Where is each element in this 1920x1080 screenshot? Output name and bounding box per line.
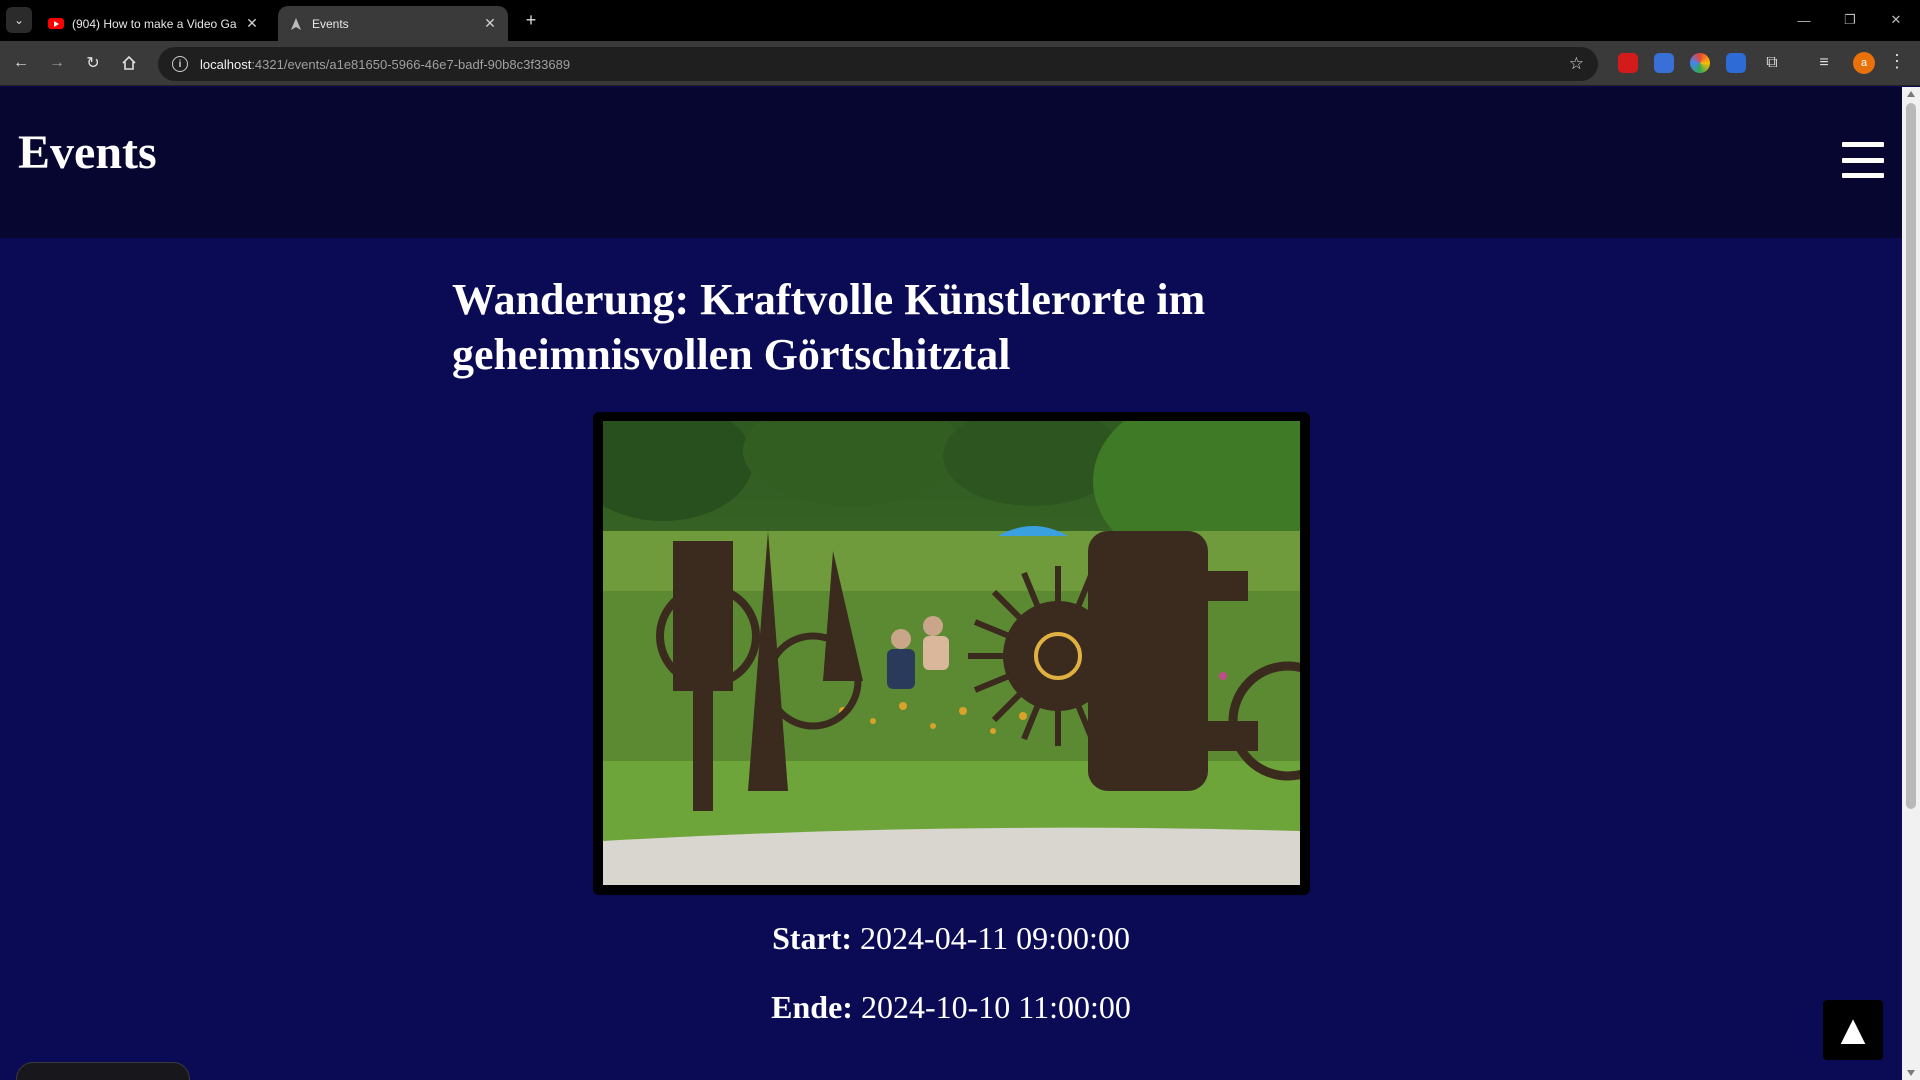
browser-tabstrip: ⌄ (904) How to make a Video Ga ✕ Events … xyxy=(0,0,1920,41)
forward-icon[interactable]: → xyxy=(44,50,70,76)
url-host: localhost xyxy=(200,56,252,72)
event-image xyxy=(603,421,1300,885)
event-end-value: 2024-10-10 11:00:00 xyxy=(860,989,1131,1025)
browser-tab-events[interactable]: Events ✕ xyxy=(278,6,508,41)
close-window-icon[interactable]: ✕ xyxy=(1876,8,1916,32)
extension-translate-icon[interactable] xyxy=(1726,53,1746,73)
browser-menu-icon[interactable]: ⋮ xyxy=(1888,51,1906,72)
extension-color-icon[interactable] xyxy=(1690,53,1710,73)
event-start-value: 2024-04-11 09:00:00 xyxy=(860,920,1130,956)
bookmark-star-icon[interactable]: ☆ xyxy=(1569,54,1584,74)
back-icon[interactable]: ← xyxy=(8,50,34,76)
restore-icon[interactable]: ❐ xyxy=(1830,8,1870,32)
tab-close-icon[interactable]: ✕ xyxy=(482,15,498,32)
scrollbar-thumb[interactable] xyxy=(1906,103,1916,809)
event-end: Ende: 2024-10-10 11:00:00 xyxy=(0,989,1902,1026)
tab-close-icon[interactable]: ✕ xyxy=(244,15,260,32)
browser-tab-youtube[interactable]: (904) How to make a Video Ga ✕ xyxy=(38,6,270,41)
home-icon[interactable] xyxy=(116,50,142,76)
extension-blue-icon[interactable] xyxy=(1654,53,1674,73)
reload-icon[interactable]: ↻ xyxy=(80,50,106,76)
page-scrollbar[interactable] xyxy=(1902,87,1920,1080)
event-title: Wanderung: Kraftvolle Künstlerorte im ge… xyxy=(452,275,1206,379)
site-header: Events xyxy=(0,87,1902,238)
tab-title: Events xyxy=(312,16,349,31)
scroll-to-top-button[interactable]: ▲ xyxy=(1823,1000,1883,1060)
reading-list-icon[interactable]: ≡ xyxy=(1814,53,1834,73)
event-end-label: Ende: xyxy=(771,989,853,1025)
site-title[interactable]: Events xyxy=(18,125,157,180)
site-info-icon[interactable]: i xyxy=(172,56,188,72)
scroll-down-arrow-icon[interactable] xyxy=(1907,1070,1915,1076)
hamburger-menu-icon[interactable] xyxy=(1842,142,1884,178)
page-icon xyxy=(288,16,304,32)
url-path: :4321/events/a1e81650-5966-46e7-badf-90b… xyxy=(251,56,571,72)
scroll-up-arrow-icon[interactable] xyxy=(1907,91,1915,97)
event-start-label: Start: xyxy=(772,920,853,956)
extension-red-icon[interactable] xyxy=(1618,53,1638,73)
tab-title: (904) How to make a Video Ga xyxy=(72,16,237,31)
extensions-puzzle-icon[interactable]: ⧉ xyxy=(1762,53,1782,73)
youtube-icon xyxy=(48,16,64,32)
profile-avatar[interactable]: a xyxy=(1853,52,1875,74)
address-bar[interactable]: i localhost:4321/events/a1e81650-5966-46… xyxy=(158,47,1598,81)
browser-toolbar: ← → ↻ i localhost:4321/events/a1e81650-5… xyxy=(0,41,1920,86)
new-tab-button[interactable]: + xyxy=(520,9,542,31)
minimize-icon[interactable]: — xyxy=(1784,8,1824,32)
tab-search-button[interactable]: ⌄ xyxy=(6,7,32,33)
dev-toolbar[interactable] xyxy=(16,1062,190,1080)
event-image-frame xyxy=(593,412,1310,895)
event-start: Start: 2024-04-11 09:00:00 xyxy=(0,920,1902,957)
